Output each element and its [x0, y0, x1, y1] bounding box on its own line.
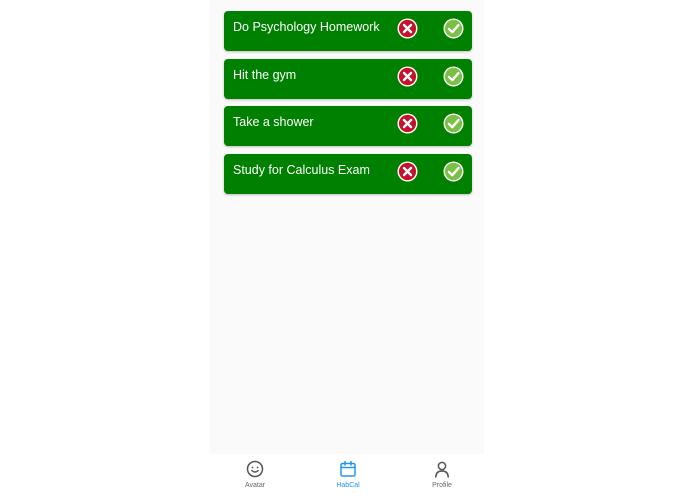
task-label: Hit the gym — [233, 67, 297, 82]
task-list: Do Psychology Homework Hit the gym Take … — [224, 11, 472, 201]
task-item[interactable]: Take a shower — [224, 106, 472, 146]
complete-button[interactable] — [443, 161, 464, 182]
check-circle-icon — [443, 66, 464, 86]
x-circle-icon — [397, 66, 418, 86]
bottom-tab-bar: Avatar HabCal Profile — [210, 454, 484, 494]
app-screen: Do Psychology Homework Hit the gym Take … — [210, 0, 484, 494]
complete-button[interactable] — [443, 66, 464, 87]
x-circle-icon — [397, 113, 418, 134]
x-circle-icon — [397, 18, 418, 39]
task-item[interactable]: Hit the gym — [224, 58, 472, 99]
complete-button[interactable] — [443, 18, 464, 39]
task-label: Study for Calculus Exam — [233, 162, 370, 177]
complete-button[interactable] — [443, 113, 464, 134]
reject-button[interactable] — [397, 161, 418, 182]
tab-label: Profile — [432, 482, 452, 489]
tab-profile[interactable]: Profile — [397, 459, 487, 493]
tab-label: HabCal — [336, 482, 360, 489]
smiley-icon — [246, 460, 264, 478]
x-circle-icon — [397, 161, 418, 181]
check-circle-icon — [443, 113, 464, 134]
check-circle-icon — [443, 18, 464, 39]
task-item[interactable]: Study for Calculus Exam — [224, 153, 472, 194]
calendar-icon — [340, 460, 356, 477]
task-item[interactable]: Do Psychology Homework — [224, 11, 472, 51]
reject-button[interactable] — [397, 113, 418, 134]
user-icon — [435, 461, 449, 478]
tab-label: Avatar — [244, 482, 266, 489]
tab-avatar[interactable]: Avatar — [210, 459, 300, 493]
tab-habcal[interactable]: HabCal — [303, 459, 393, 493]
task-label: Take a shower — [233, 115, 314, 129]
task-label: Do Psychology Homework — [233, 20, 380, 34]
check-circle-icon — [443, 161, 464, 181]
reject-button[interactable] — [397, 66, 418, 87]
reject-button[interactable] — [397, 18, 418, 39]
